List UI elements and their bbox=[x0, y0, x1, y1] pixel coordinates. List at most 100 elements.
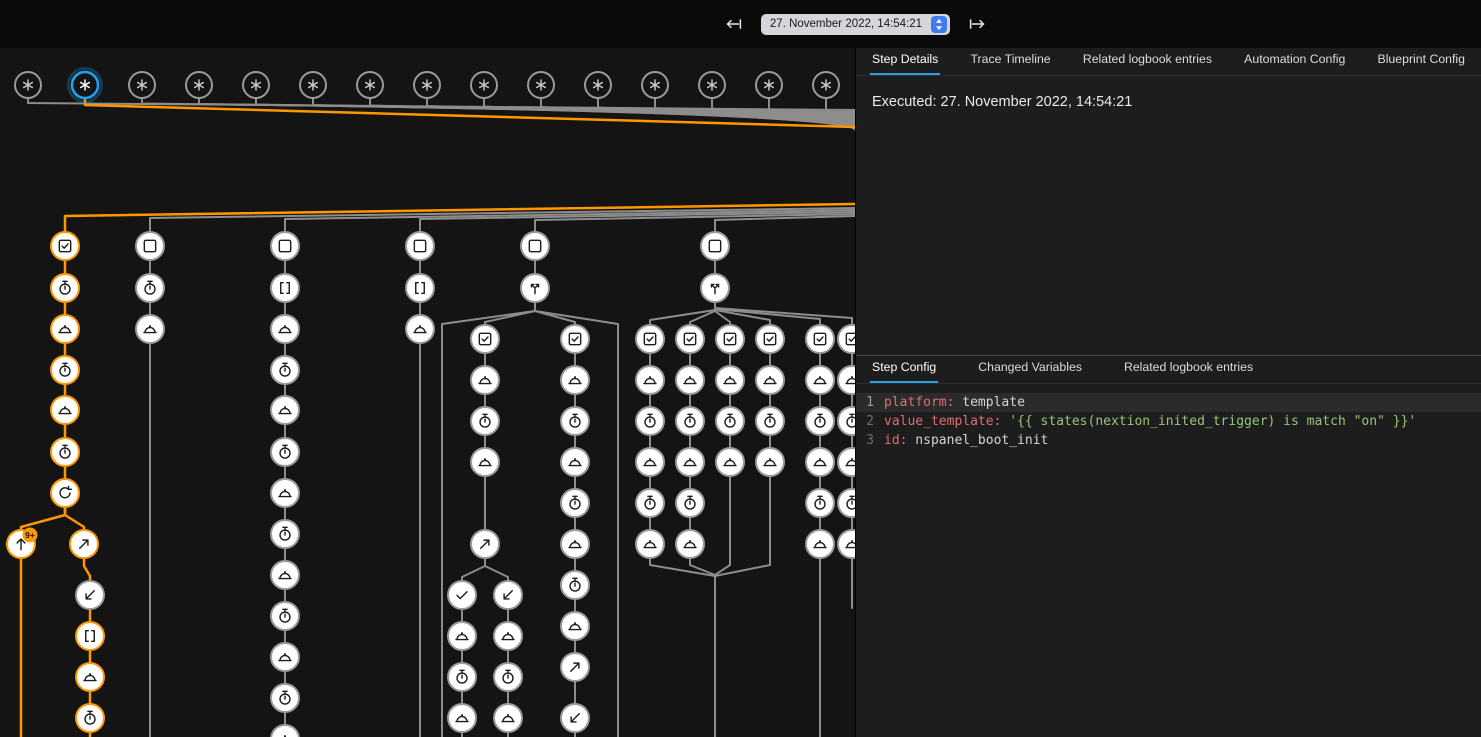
step-node-service[interactable] bbox=[448, 622, 476, 650]
step-node-timer[interactable] bbox=[271, 520, 299, 548]
step-node-checkbox-marked[interactable] bbox=[471, 325, 499, 353]
step-node-service[interactable] bbox=[636, 366, 664, 394]
tab-step-config[interactable]: Step Config bbox=[870, 360, 938, 383]
trigger-node[interactable] bbox=[528, 72, 554, 98]
step-node-timer[interactable] bbox=[756, 407, 784, 435]
step-node-timer[interactable] bbox=[136, 274, 164, 302]
step-node-timer[interactable] bbox=[636, 489, 664, 517]
step-node-service[interactable] bbox=[676, 366, 704, 394]
step-node-service[interactable] bbox=[806, 366, 834, 394]
trigger-node[interactable] bbox=[756, 72, 782, 98]
tab-changed-variables[interactable]: Changed Variables bbox=[976, 360, 1084, 383]
step-node-checkbox-marked[interactable] bbox=[51, 232, 79, 260]
step-node-brackets[interactable] bbox=[406, 274, 434, 302]
step-node-timer[interactable] bbox=[838, 489, 855, 517]
trigger-node[interactable] bbox=[414, 72, 440, 98]
previous-run-button[interactable] bbox=[722, 13, 746, 35]
trigger-node[interactable] bbox=[300, 72, 326, 98]
step-node-timer[interactable] bbox=[271, 602, 299, 630]
step-node-service[interactable] bbox=[806, 530, 834, 558]
step-node-brackets[interactable] bbox=[76, 622, 104, 650]
tab-automation-config[interactable]: Automation Config bbox=[1242, 52, 1347, 75]
trigger-node[interactable] bbox=[471, 72, 497, 98]
tab-blueprint-config[interactable]: Blueprint Config bbox=[1376, 52, 1468, 75]
step-node-service[interactable] bbox=[271, 561, 299, 589]
step-node-timer[interactable] bbox=[51, 274, 79, 302]
step-node-service[interactable] bbox=[756, 366, 784, 394]
run-select[interactable]: 27. November 2022, 14:54:21 bbox=[761, 14, 950, 35]
step-node-timer[interactable] bbox=[51, 356, 79, 384]
step-node-service[interactable] bbox=[676, 448, 704, 476]
step-node-service[interactable] bbox=[271, 725, 299, 737]
step-node-timer[interactable] bbox=[51, 438, 79, 466]
step-node-arrow-down-left[interactable] bbox=[494, 581, 522, 609]
step-node-timer[interactable] bbox=[448, 663, 476, 691]
step-node-timer[interactable] bbox=[271, 356, 299, 384]
step-node-arrow-up[interactable]: 9+ bbox=[7, 528, 38, 559]
step-node-checkbox-marked[interactable] bbox=[806, 325, 834, 353]
step-node-arrow-down-left[interactable] bbox=[561, 704, 589, 732]
step-node-service[interactable] bbox=[838, 448, 855, 476]
step-node-service[interactable] bbox=[716, 366, 744, 394]
step-node-choose[interactable] bbox=[521, 274, 549, 302]
step-node-brackets[interactable] bbox=[271, 274, 299, 302]
step-node-arrow-down-left[interactable] bbox=[76, 581, 104, 609]
trigger-node[interactable] bbox=[15, 72, 41, 98]
tab-step-details[interactable]: Step Details bbox=[870, 52, 940, 75]
step-node-timer[interactable] bbox=[271, 438, 299, 466]
trigger-node[interactable] bbox=[642, 72, 668, 98]
step-node-timer[interactable] bbox=[636, 407, 664, 435]
step-node-repeat[interactable] bbox=[51, 479, 79, 507]
step-node-service[interactable] bbox=[51, 396, 79, 424]
step-node-timer[interactable] bbox=[716, 407, 744, 435]
step-node-service[interactable] bbox=[471, 366, 499, 394]
step-node-service[interactable] bbox=[561, 530, 589, 558]
step-node-service[interactable] bbox=[494, 622, 522, 650]
step-node-timer[interactable] bbox=[806, 489, 834, 517]
step-node-timer[interactable] bbox=[676, 489, 704, 517]
step-node-service[interactable] bbox=[806, 448, 834, 476]
step-node-service[interactable] bbox=[448, 704, 476, 732]
step-node-service[interactable] bbox=[838, 530, 855, 558]
step-node-checkbox-blank[interactable] bbox=[701, 232, 729, 260]
step-node-service[interactable] bbox=[838, 366, 855, 394]
tab-related-logbook-entries[interactable]: Related logbook entries bbox=[1122, 360, 1255, 383]
step-node-service[interactable] bbox=[561, 612, 589, 640]
step-node-service[interactable] bbox=[136, 315, 164, 343]
step-node-service[interactable] bbox=[676, 530, 704, 558]
trigger-node[interactable] bbox=[186, 72, 212, 98]
step-node-service[interactable] bbox=[271, 643, 299, 671]
step-node-timer[interactable] bbox=[561, 571, 589, 599]
step-node-timer[interactable] bbox=[676, 407, 704, 435]
step-node-service[interactable] bbox=[716, 448, 744, 476]
step-node-service[interactable] bbox=[636, 530, 664, 558]
step-node-timer[interactable] bbox=[494, 663, 522, 691]
step-node-service[interactable] bbox=[271, 479, 299, 507]
step-node-timer[interactable] bbox=[561, 407, 589, 435]
next-run-button[interactable] bbox=[965, 13, 989, 35]
step-node-checkbox-marked[interactable] bbox=[838, 325, 855, 353]
trigger-node[interactable] bbox=[129, 72, 155, 98]
step-node-arrow-up-right[interactable] bbox=[471, 530, 499, 558]
step-node-service[interactable] bbox=[756, 448, 784, 476]
trigger-node-selected[interactable] bbox=[69, 69, 102, 102]
step-node-service[interactable] bbox=[561, 448, 589, 476]
trigger-node[interactable] bbox=[813, 72, 839, 98]
tab-trace-timeline[interactable]: Trace Timeline bbox=[968, 52, 1052, 75]
step-node-timer[interactable] bbox=[76, 704, 104, 732]
trigger-node[interactable] bbox=[357, 72, 383, 98]
trigger-node[interactable] bbox=[243, 72, 269, 98]
step-node-service[interactable] bbox=[406, 315, 434, 343]
step-node-choose[interactable] bbox=[701, 274, 729, 302]
step-node-timer[interactable] bbox=[561, 489, 589, 517]
step-node-service[interactable] bbox=[471, 448, 499, 476]
step-node-checkbox-blank[interactable] bbox=[271, 232, 299, 260]
step-node-arrow-up-right[interactable] bbox=[70, 530, 98, 558]
step-node-arrow-up-right[interactable] bbox=[561, 653, 589, 681]
step-node-service[interactable] bbox=[494, 704, 522, 732]
step-node-service[interactable] bbox=[271, 396, 299, 424]
step-node-checkbox-blank[interactable] bbox=[136, 232, 164, 260]
step-node-checkbox-marked[interactable] bbox=[561, 325, 589, 353]
step-node-timer[interactable] bbox=[806, 407, 834, 435]
tab-related-logbook-entries[interactable]: Related logbook entries bbox=[1081, 52, 1214, 75]
